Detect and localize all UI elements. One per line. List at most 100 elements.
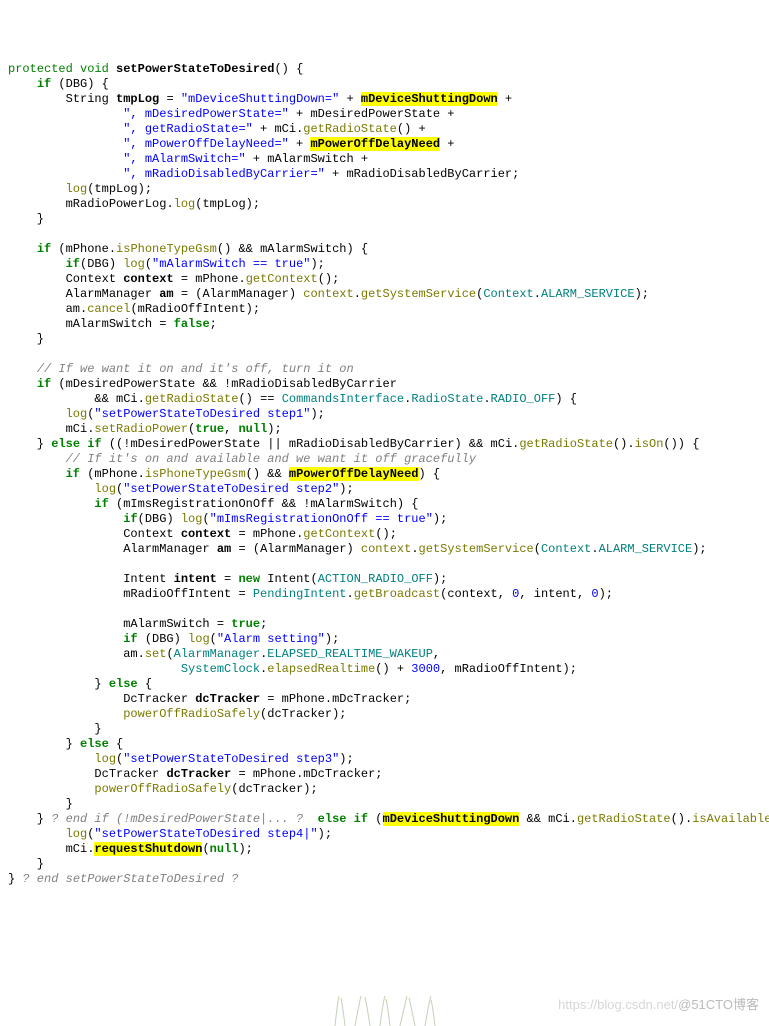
call-set: set	[145, 647, 167, 661]
call-isPhoneTypeGsm2: isPhoneTypeGsm	[145, 467, 246, 481]
comment-c3: ? end if (!mDesiredPowerState|... ?	[51, 812, 303, 826]
id-mRadioDisabledByCarrier: mRadioDisabledByCarrier	[346, 167, 512, 181]
id-mRadioOffIntent2: mRadioOffIntent	[123, 587, 231, 601]
cast-AlarmManager: AlarmManager	[202, 287, 288, 301]
type-DcTracker: DcTracker	[123, 692, 188, 706]
st-PendingIntent: PendingIntent	[253, 587, 347, 601]
id-mRadioOffIntent3: mRadioOffIntent	[455, 662, 563, 676]
id-mCi3: mCi	[66, 422, 88, 436]
type-Context2: Context	[123, 527, 173, 541]
kw-protected: protected	[8, 62, 73, 76]
var-am2: am	[217, 542, 231, 556]
kw-if6: if	[94, 497, 108, 511]
arg-intent: intent	[534, 587, 577, 601]
id-DBG: DBG	[66, 77, 88, 91]
kw-if4: if	[37, 377, 51, 391]
str-mImsTrue: "mImsRegistrationOnOff == true"	[210, 512, 433, 526]
type-DcTracker2: DcTracker	[94, 767, 159, 781]
id-mRadioOffIntent: mRadioOffIntent	[138, 302, 246, 316]
kw-if3: if	[66, 257, 80, 271]
id-am: am	[66, 302, 80, 316]
call-log7: log	[188, 632, 210, 646]
num-0a: 0	[512, 587, 519, 601]
watermark-right: @51CTO博客	[678, 997, 759, 1012]
id-am2: am	[123, 647, 137, 661]
id-mDesired3: mDesiredPowerState	[130, 437, 260, 451]
id-mCi5: mCi	[548, 812, 570, 826]
call-powerOffRadioSafely: powerOffRadioSafely	[123, 707, 260, 721]
kw-if: if	[37, 77, 51, 91]
type-Intent: Intent	[123, 572, 166, 586]
call-ctx: context	[303, 287, 353, 301]
id-mDesiredPowerState: mDesiredPowerState	[310, 107, 440, 121]
str-s3: ", getRadioState="	[123, 122, 253, 136]
kw-true2: true	[231, 617, 260, 631]
kw-if5: if	[66, 467, 80, 481]
id-DBG3: DBG	[145, 512, 167, 526]
arg-dcTracker: dcTracker	[267, 707, 332, 721]
str-step4: "setPowerStateToDesired step4|"	[94, 827, 317, 841]
type-Context: Context	[66, 272, 116, 286]
var-intent: intent	[174, 572, 217, 586]
kw-true: true	[195, 422, 224, 436]
arg-tmpLog2: tmpLog	[202, 197, 245, 211]
st-SystemClock: SystemClock	[181, 662, 260, 676]
id-mDesired2: mDesiredPowerState	[66, 377, 196, 391]
watermark-left: https://blog.csdn.net/	[558, 997, 678, 1012]
id-mImsReg: mImsRegistrationOnOff	[123, 497, 274, 511]
call-log4: log	[66, 407, 88, 421]
comment-c4: ? end setPowerStateToDesired ?	[22, 872, 238, 886]
call-log6: log	[181, 512, 203, 526]
call-log8: log	[94, 752, 116, 766]
call-getBroadcast: getBroadcast	[354, 587, 440, 601]
kw-elseif2: else if	[318, 812, 368, 826]
id-mCi4: mCi	[491, 437, 513, 451]
fld-mDcTracker2: mDcTracker	[303, 767, 375, 781]
call-log2: log	[174, 197, 196, 211]
st-Context: Context	[483, 287, 533, 301]
call-getRadioState: getRadioState	[303, 122, 397, 136]
call-powerOffRadioSafely2: powerOffRadioSafely	[94, 782, 231, 796]
kw-false: false	[174, 317, 210, 331]
kw-if7: if	[123, 512, 137, 526]
method-params: ()	[274, 62, 288, 76]
id-mCi2: mCi	[116, 392, 138, 406]
call-cancel: cancel	[87, 302, 130, 316]
call-log5: log	[94, 482, 116, 496]
call-setRadioPower: setRadioPower	[94, 422, 188, 436]
kw-null2: null	[210, 842, 239, 856]
str-s2: ", mDesiredPowerState="	[123, 107, 289, 121]
hl-mDeviceShuttingDown: mDeviceShuttingDown	[361, 92, 498, 106]
call-log9: log	[66, 827, 88, 841]
str-step1: "setPowerStateToDesired step1"	[94, 407, 310, 421]
id-ctx2: context	[361, 542, 411, 556]
id-mPhone5: mPhone	[282, 692, 325, 706]
call-isAvailable: isAvailable	[692, 812, 769, 826]
var-tmpLog: tmpLog	[116, 92, 159, 106]
arg-tmpLog: tmpLog	[94, 182, 137, 196]
comment-c1: // If we want it on and it's off, turn i…	[37, 362, 354, 376]
id-mAlarmSwitch3: mAlarmSwitch	[66, 317, 152, 331]
id-mCi: mCi	[274, 122, 296, 136]
call-getContext2: getContext	[303, 527, 375, 541]
id-mRadioPowerLog: mRadioPowerLog	[66, 197, 167, 211]
kw-else: else	[109, 677, 138, 691]
id-mAlarmSwitch2: mAlarmSwitch	[260, 242, 346, 256]
var-context2: context	[181, 527, 231, 541]
str-step2: "setPowerStateToDesired step2"	[123, 482, 339, 496]
call-isOn: isOn	[635, 437, 664, 451]
method-name: setPowerStateToDesired	[116, 62, 274, 76]
id-mPhone4: mPhone	[253, 527, 296, 541]
call-getContext: getContext	[246, 272, 318, 286]
hl-mDeviceShuttingDown2: mDeviceShuttingDown	[383, 812, 520, 826]
watermark: https://blog.csdn.net/@51CTO博客	[558, 997, 759, 1012]
st-ALARM: ALARM_SERVICE	[541, 287, 635, 301]
ctor-Intent: Intent	[267, 572, 310, 586]
call-getRadioState4: getRadioState	[577, 812, 671, 826]
st-ALARM2: ALARM_SERVICE	[599, 542, 693, 556]
num-0b: 0	[591, 587, 598, 601]
fld-mDcTracker: mDcTracker	[332, 692, 404, 706]
id-mPhone2: mPhone	[195, 272, 238, 286]
var-am: am	[159, 287, 173, 301]
arg-context: context	[447, 587, 497, 601]
